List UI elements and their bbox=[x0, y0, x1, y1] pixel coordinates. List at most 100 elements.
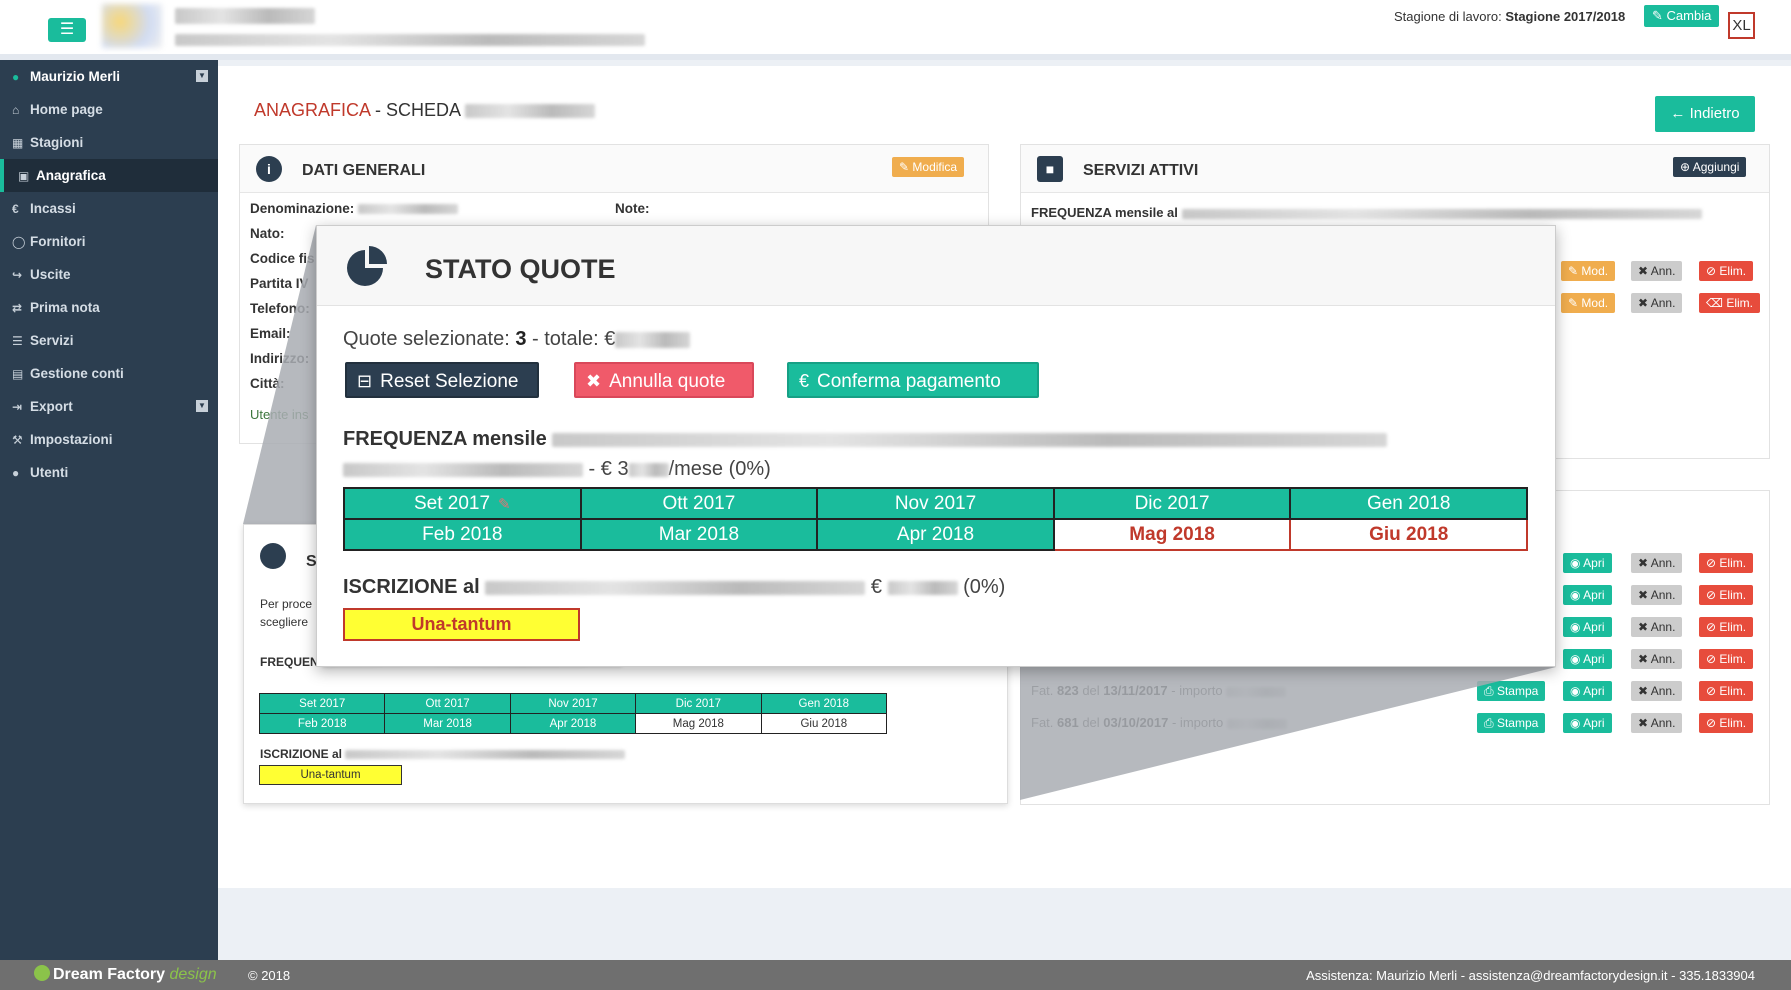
pie-chart-icon bbox=[347, 246, 387, 286]
ban-icon: ⊘ bbox=[1706, 652, 1717, 666]
month-cell-selected[interactable]: Mag 2018 bbox=[1052, 518, 1292, 551]
elim-button[interactable]: ⊘ Elim. bbox=[1699, 261, 1754, 281]
month-cell[interactable]: Dic 2017 bbox=[1052, 487, 1292, 520]
elim-button[interactable]: ⊘ Elim. bbox=[1699, 681, 1754, 701]
una-tantum-cell[interactable]: Una-tantum bbox=[259, 765, 402, 785]
chevron-down-icon[interactable]: ▼ bbox=[196, 70, 208, 82]
ann-button[interactable]: ✖ Ann. bbox=[1631, 585, 1683, 605]
month-cell-selected[interactable]: Giu 2018 bbox=[1289, 518, 1528, 551]
sidebar-item-servizi[interactable]: ☰ Servizi bbox=[0, 324, 218, 357]
plus-icon: ⊕ bbox=[1680, 160, 1691, 174]
eye-icon: ◉ bbox=[1570, 620, 1581, 634]
stato-quote-modal: STATO QUOTE Quote selezionate: 3 - total… bbox=[316, 225, 1556, 667]
sidebar-item-uscite[interactable]: ↪ Uscite bbox=[0, 258, 218, 291]
sidebar-item-fornitori[interactable]: ◯ Fornitori bbox=[0, 225, 218, 258]
mod-button[interactable]: ✎ Mod. bbox=[1561, 293, 1616, 313]
back-button[interactable]: ← Indietro bbox=[1655, 96, 1755, 132]
elim-button[interactable]: ⊘ Elim. bbox=[1699, 617, 1754, 637]
sidebar-item-utenti[interactable]: ● Utenti bbox=[0, 456, 218, 489]
month-cell[interactable]: Feb 2018 bbox=[258, 713, 386, 734]
utente-ins-text: Utente ins bbox=[250, 407, 309, 422]
modifica-button[interactable]: ✎ Modifica bbox=[892, 157, 965, 177]
brand-logo-icon bbox=[34, 965, 50, 981]
sidebar-item-export[interactable]: ⇥ Export ▼ bbox=[0, 390, 218, 423]
wrench-icon: ⚒ bbox=[12, 433, 23, 447]
field-label: Città: bbox=[250, 376, 285, 391]
close-icon: ✖ bbox=[1638, 296, 1649, 310]
month-cell[interactable]: Mar 2018 bbox=[579, 518, 819, 551]
stampa-button[interactable]: ⎙ Stampa bbox=[1477, 713, 1546, 733]
stampa-button[interactable]: ⎙ Stampa bbox=[1477, 681, 1546, 701]
company-logo bbox=[102, 4, 162, 48]
conferma-pagamento-button[interactable]: € Conferma pagamento bbox=[787, 362, 1039, 398]
sidebar-item-prima-nota[interactable]: ⇄ Prima nota bbox=[0, 291, 218, 324]
una-tantum-cell-selected[interactable]: Una-tantum bbox=[343, 608, 580, 641]
elim-button[interactable]: ⌫ Elim. bbox=[1699, 293, 1760, 313]
apri-button[interactable]: ◉ Apri bbox=[1563, 617, 1612, 637]
apri-button[interactable]: ◉ Apri bbox=[1563, 713, 1612, 733]
sidebar-item-impostazioni[interactable]: ⚒ Impostazioni bbox=[0, 423, 218, 456]
elim-button[interactable]: ⊘ Elim. bbox=[1699, 713, 1754, 733]
ann-button[interactable]: ✖ Ann. bbox=[1631, 293, 1683, 313]
apri-button[interactable]: ◉ Apri bbox=[1563, 649, 1612, 669]
aggiungi-button[interactable]: ⊕ Aggiungi bbox=[1673, 157, 1747, 177]
month-cell[interactable]: Mar 2018 bbox=[384, 713, 511, 734]
close-icon: ✖ bbox=[1638, 652, 1649, 666]
invoice-row: Fat. 681 del 03/10/2017 - importo bbox=[1031, 715, 1287, 730]
apri-button[interactable]: ◉ Apri bbox=[1563, 553, 1612, 573]
field-label: Codice fis bbox=[250, 251, 315, 266]
ann-button[interactable]: ✖ Ann. bbox=[1631, 553, 1683, 573]
month-cell[interactable]: Nov 2017 bbox=[816, 487, 1055, 520]
ann-button[interactable]: ✖ Ann. bbox=[1631, 649, 1683, 669]
sidebar-user[interactable]: ● Maurizio Merli ▼ bbox=[0, 60, 218, 93]
company-info-redacted bbox=[175, 34, 645, 46]
sidebar-item-stagioni[interactable]: ▦ Stagioni bbox=[0, 126, 218, 159]
annulla-quote-button[interactable]: ✖ Annulla quote bbox=[574, 362, 754, 398]
apri-button[interactable]: ◉ Apri bbox=[1563, 585, 1612, 605]
month-cell[interactable]: Nov 2017 bbox=[509, 693, 637, 714]
bank-icon: ▤ bbox=[12, 367, 24, 381]
month-cell[interactable]: Set 2017 bbox=[258, 693, 386, 714]
month-cell[interactable]: Ott 2017 bbox=[579, 487, 819, 520]
month-cell[interactable]: Apr 2018 bbox=[509, 713, 637, 734]
field-label: Email: bbox=[250, 326, 291, 341]
sidebar-item-gestione-conti[interactable]: ▤ Gestione conti bbox=[0, 357, 218, 390]
trash-icon: ⌫ bbox=[1706, 296, 1723, 310]
apri-button[interactable]: ◉ Apri bbox=[1563, 681, 1612, 701]
home-icon: ⌂ bbox=[12, 103, 20, 117]
field-label: Telefono: bbox=[250, 301, 310, 316]
month-cell[interactable]: Gen 2018 bbox=[760, 693, 888, 714]
month-cell[interactable]: Dic 2017 bbox=[635, 693, 762, 714]
exchange-icon: ⇄ bbox=[12, 301, 23, 315]
pencil-icon: ✎ bbox=[498, 495, 511, 513]
month-cell[interactable]: Giu 2018 bbox=[760, 713, 888, 734]
selected-quotes-summary: Quote selezionate: 3 - totale: € bbox=[343, 328, 691, 351]
sidebar-item-anagrafica[interactable]: ▣ Anagrafica bbox=[0, 159, 218, 192]
chevron-down-icon[interactable]: ▼ bbox=[196, 400, 208, 412]
export-icon: ⇥ bbox=[12, 400, 23, 414]
ban-icon: ⊘ bbox=[1706, 716, 1717, 730]
hamburger-menu-button[interactable]: ☰ bbox=[48, 18, 86, 42]
elim-button[interactable]: ⊘ Elim. bbox=[1699, 649, 1754, 669]
month-cell[interactable]: Apr 2018 bbox=[816, 518, 1055, 551]
elim-button[interactable]: ⊘ Elim. bbox=[1699, 585, 1754, 605]
reset-selezione-button[interactable]: ⊟ Reset Selezione bbox=[345, 362, 539, 398]
ann-button[interactable]: ✖ Ann. bbox=[1631, 713, 1683, 733]
ann-button[interactable]: ✖ Ann. bbox=[1631, 681, 1683, 701]
elim-button[interactable]: ⊘ Elim. bbox=[1699, 553, 1754, 573]
cambia-button[interactable]: ✎ Cambia bbox=[1644, 5, 1720, 27]
pencil-icon: ✎ bbox=[899, 160, 910, 174]
close-icon: ✖ bbox=[586, 371, 602, 391]
mod-button[interactable]: ✎ Mod. bbox=[1561, 261, 1616, 281]
close-icon: ✖ bbox=[1638, 620, 1649, 634]
sidebar-item-incassi[interactable]: € Incassi bbox=[0, 192, 218, 225]
month-cell[interactable]: Ott 2017 bbox=[384, 693, 511, 714]
sidebar-item-home[interactable]: ⌂ Home page bbox=[0, 93, 218, 126]
month-cell[interactable]: Set 2017 ✎ bbox=[343, 487, 582, 520]
month-cell[interactable]: Feb 2018 bbox=[343, 518, 582, 551]
month-cell[interactable]: Mag 2018 bbox=[635, 713, 762, 734]
month-cell[interactable]: Gen 2018 bbox=[1289, 487, 1528, 520]
ann-button[interactable]: ✖ Ann. bbox=[1631, 261, 1683, 281]
modal-title: STATO QUOTE bbox=[425, 254, 616, 284]
ann-button[interactable]: ✖ Ann. bbox=[1631, 617, 1683, 637]
